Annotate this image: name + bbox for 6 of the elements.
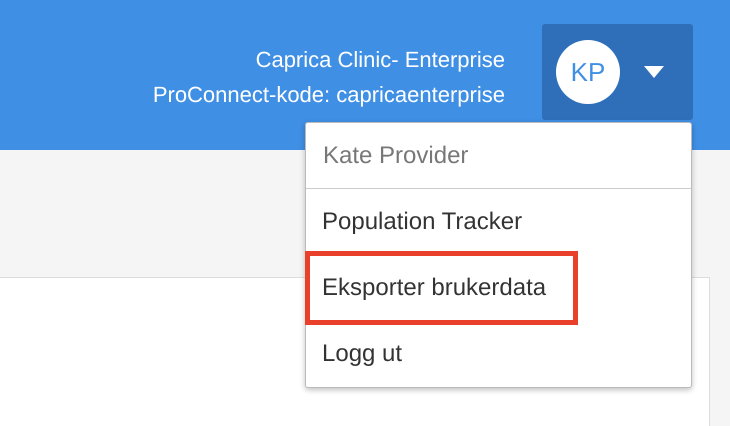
organization-name: Caprica Clinic- Enterprise: [254, 46, 505, 74]
menu-item[interactable]: Eksporter brukerdata: [305, 251, 578, 325]
user-name: Kate Provider: [323, 142, 468, 170]
caret-icon: [644, 66, 664, 78]
avatar-initials: KP: [556, 40, 620, 104]
proconnect-code: ProConnect-kode: capricaenterprise: [152, 81, 505, 109]
